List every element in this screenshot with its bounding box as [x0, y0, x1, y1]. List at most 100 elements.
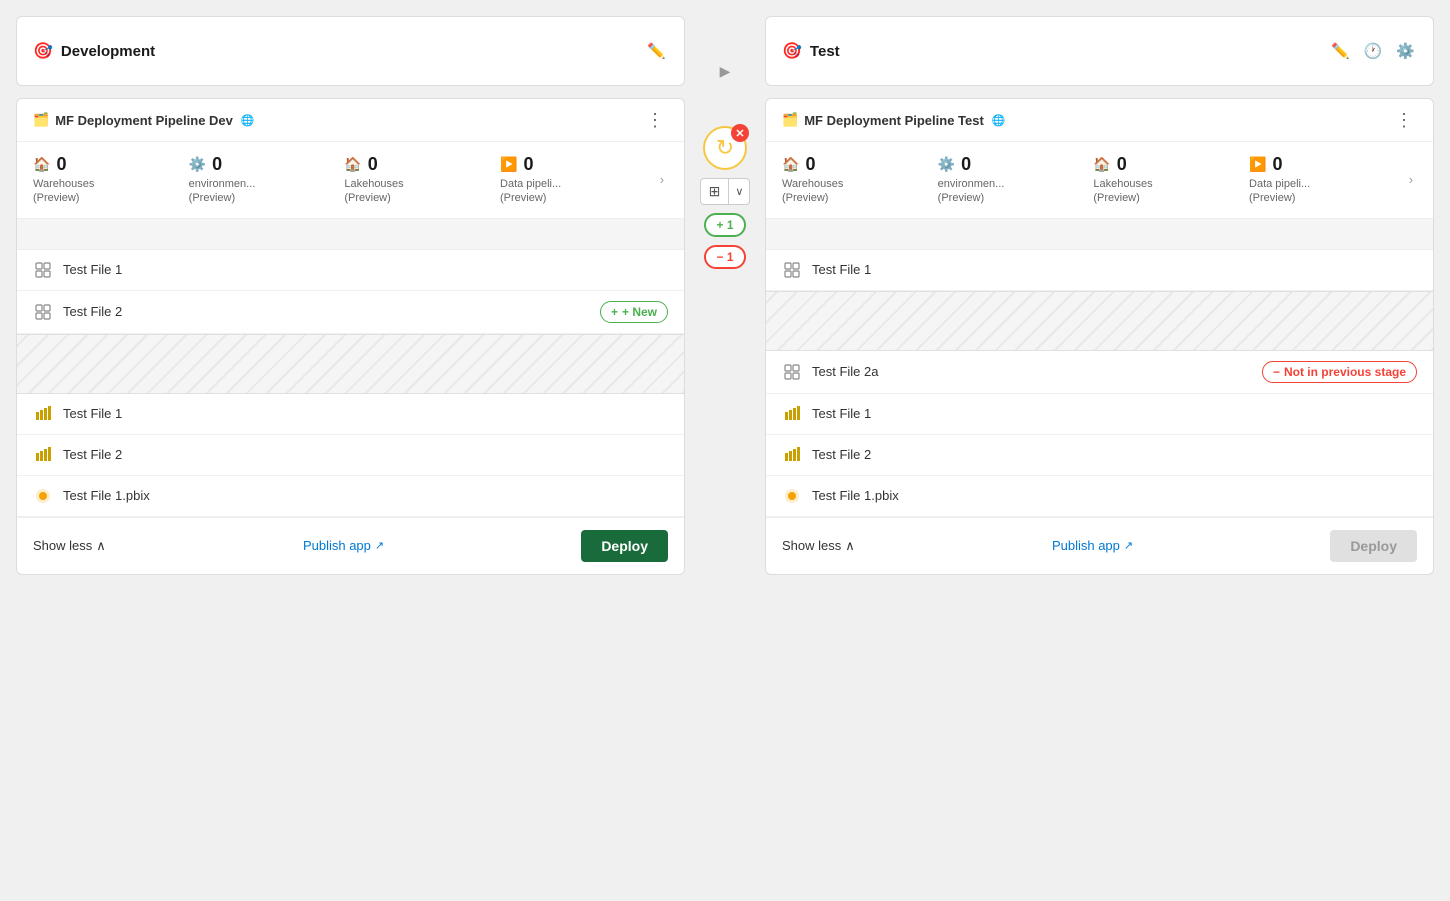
- test-pipeline-header: 🗂️ MF Deployment Pipeline Test 🌐 ⋮: [766, 99, 1433, 142]
- dev-show-less-chevron: ∧: [96, 538, 106, 554]
- dev-datapipe-icon: ▶️: [500, 156, 517, 173]
- test-pipe-icon: 🗂️: [782, 112, 798, 128]
- test-stage: 🎯 Test ✏️ 🕐 ⚙️ 🗂️ MF Deployment Pipeline…: [765, 16, 1434, 575]
- test-stats-arrow[interactable]: ›: [1405, 172, 1417, 187]
- test-datapipe-label: Data pipeli...(Preview): [1249, 177, 1310, 206]
- diff-removed-label: − 1: [716, 250, 733, 264]
- test-file-row-pbix: Test File 1.pbix: [766, 476, 1433, 517]
- test-publish-button[interactable]: Publish app ↗: [1052, 538, 1133, 553]
- dev-pipeline-title-group: 🗂️ MF Deployment Pipeline Dev 🌐: [33, 112, 255, 128]
- development-actions: ✏️: [645, 40, 668, 62]
- test-warehouse-count: 0: [805, 154, 815, 175]
- dev-env-icon: ⚙️: [189, 156, 206, 173]
- dev-kebab-button[interactable]: ⋮: [642, 111, 668, 129]
- dev-file-row-report1: Test File 1: [17, 394, 684, 435]
- dev-warehouse-count: 0: [56, 154, 66, 175]
- test-file2a-name: Test File 2a: [812, 364, 1252, 379]
- dev-pbix-icon: [33, 486, 53, 506]
- cancel-icon: ✕: [731, 124, 749, 142]
- test-icon: 🎯: [782, 41, 802, 61]
- sync-button[interactable]: ↻ ✕: [703, 126, 747, 170]
- dev-pipeline-header: 🗂️ MF Deployment Pipeline Dev 🌐 ⋮: [17, 99, 684, 142]
- right-arrow-icon: ▶: [720, 63, 731, 80]
- dev-pipeline-card: 🗂️ MF Deployment Pipeline Dev 🌐 ⋮ 🏠 0 Wa…: [16, 98, 685, 575]
- dev-env-label: environmen...(Preview): [189, 177, 256, 206]
- dev-lakehouse-label: Lakehouses(Preview): [344, 177, 403, 206]
- dev-datapipe-label: Data pipeli...(Preview): [500, 177, 561, 206]
- test-not-prev-badge: − Not in previous stage: [1262, 361, 1417, 383]
- test-stat-datapipeline: ▶️ 0 Data pipeli...(Preview): [1249, 154, 1405, 206]
- dev-file1-dots-name: Test File 1: [63, 262, 668, 277]
- dev-deploy-button[interactable]: Deploy: [581, 530, 668, 562]
- test-history-button[interactable]: 🕐: [1362, 40, 1385, 62]
- dev-datapipe-count: 0: [523, 154, 533, 175]
- dev-file2-dots-name: Test File 2: [63, 304, 590, 319]
- test-publish-ext-icon: ↗: [1124, 539, 1133, 552]
- dev-stats-arrow[interactable]: ›: [656, 172, 668, 187]
- diff-removed-badge: − 1: [704, 245, 745, 269]
- dev-file2-new-badge: + + New: [600, 301, 668, 323]
- test-kebab-button[interactable]: ⋮: [1391, 111, 1417, 129]
- test-file1-dots-name: Test File 1: [812, 262, 1417, 277]
- dev-show-less-label: Show less: [33, 538, 92, 553]
- dev-stat-lakehouses: 🏠 0 Lakehouses(Preview): [344, 154, 500, 206]
- dev-network-icon: 🌐: [241, 114, 255, 127]
- test-datapipe-icon: ▶️: [1249, 156, 1266, 173]
- test-env-count: 0: [961, 154, 971, 175]
- dev-warehouse-label: Warehouses(Preview): [33, 177, 94, 206]
- test-report1-icon: [782, 404, 802, 424]
- test-deploy-button: Deploy: [1330, 530, 1417, 562]
- dev-show-less-button[interactable]: Show less ∧: [33, 538, 106, 554]
- test-settings-button[interactable]: ⚙️: [1394, 40, 1417, 62]
- development-title: 🎯 Development: [33, 41, 155, 61]
- compare-icon: ⊞: [701, 179, 730, 204]
- dev-publish-button[interactable]: Publish app ↗: [303, 538, 384, 553]
- test-show-less-chevron: ∧: [845, 538, 855, 554]
- dev-stat-env: ⚙️ 0 environmen...(Preview): [189, 154, 345, 206]
- test-report2-name: Test File 2: [812, 447, 1417, 462]
- development-stage: 🎯 Development ✏️ 🗂️ MF Deployment Pipeli…: [16, 16, 685, 575]
- pipeline-container: 🎯 Development ✏️ 🗂️ MF Deployment Pipeli…: [16, 16, 1434, 575]
- test-header-card: 🎯 Test ✏️ 🕐 ⚙️: [765, 16, 1434, 86]
- test-lakehouse-icon: 🏠: [1093, 156, 1110, 173]
- dev-file-row-report2: Test File 2: [17, 435, 684, 476]
- test-not-prev-label: Not in previous stage: [1284, 365, 1406, 379]
- connector-bottom: ↻ ✕ ⊞ ∨ + 1 − 1: [700, 126, 751, 269]
- test-publish-label: Publish app: [1052, 538, 1120, 553]
- test-actions: ✏️ 🕐 ⚙️: [1329, 40, 1417, 62]
- test-show-less-button[interactable]: Show less ∧: [782, 538, 855, 554]
- dev-stat-warehouses: 🏠 0 Warehouses(Preview): [33, 154, 189, 206]
- test-env-label: environmen...(Preview): [938, 177, 1005, 206]
- diff-added-badge: + 1: [704, 213, 745, 237]
- dev-env-count: 0: [212, 154, 222, 175]
- test-datapipe-count: 0: [1272, 154, 1282, 175]
- dev-pipeline-title-text: MF Deployment Pipeline Dev: [55, 113, 233, 128]
- test-stats-row: 🏠 0 Warehouses(Preview) ⚙️ 0 environmen.…: [766, 142, 1433, 218]
- development-edit-button[interactable]: ✏️: [645, 40, 668, 62]
- test-stat-lakehouses: 🏠 0 Lakehouses(Preview): [1093, 154, 1249, 206]
- dev-file-row-pbix: Test File 1.pbix: [17, 476, 684, 517]
- test-hatched-area: [766, 291, 1433, 351]
- test-pbix-name: Test File 1.pbix: [812, 488, 1417, 503]
- dev-section-divider: [17, 218, 684, 250]
- test-edit-button[interactable]: ✏️: [1329, 40, 1352, 62]
- dev-stats-row: 🏠 0 Warehouses(Preview) ⚙️ 0 environmen.…: [17, 142, 684, 218]
- test-title-text: Test: [810, 43, 840, 60]
- dev-publish-label: Publish app: [303, 538, 371, 553]
- test-pipeline-title-group: 🗂️ MF Deployment Pipeline Test 🌐: [782, 112, 1006, 128]
- test-file-row-report1: Test File 1: [766, 394, 1433, 435]
- connector-column: ▶ ↻ ✕ ⊞ ∨ + 1 − 1: [685, 16, 765, 269]
- dev-report2-name: Test File 2: [63, 447, 668, 462]
- dev-file-row-testfile1-dots: Test File 1: [17, 250, 684, 291]
- dev-file-row-testfile2-dots: Test File 2 + + New: [17, 291, 684, 334]
- test-file2a-dots-icon: [782, 362, 802, 382]
- test-deploy-label: Deploy: [1350, 538, 1397, 554]
- dev-report1-name: Test File 1: [63, 406, 668, 421]
- compare-button[interactable]: ⊞ ∨: [700, 178, 751, 205]
- test-file-row-report2: Test File 2: [766, 435, 1433, 476]
- compare-chevron-icon: ∨: [729, 181, 749, 202]
- development-header-card: 🎯 Development ✏️: [16, 16, 685, 86]
- dev-pbix-name: Test File 1.pbix: [63, 488, 668, 503]
- dev-file2-new-label: + New: [622, 305, 657, 319]
- test-env-icon: ⚙️: [938, 156, 955, 173]
